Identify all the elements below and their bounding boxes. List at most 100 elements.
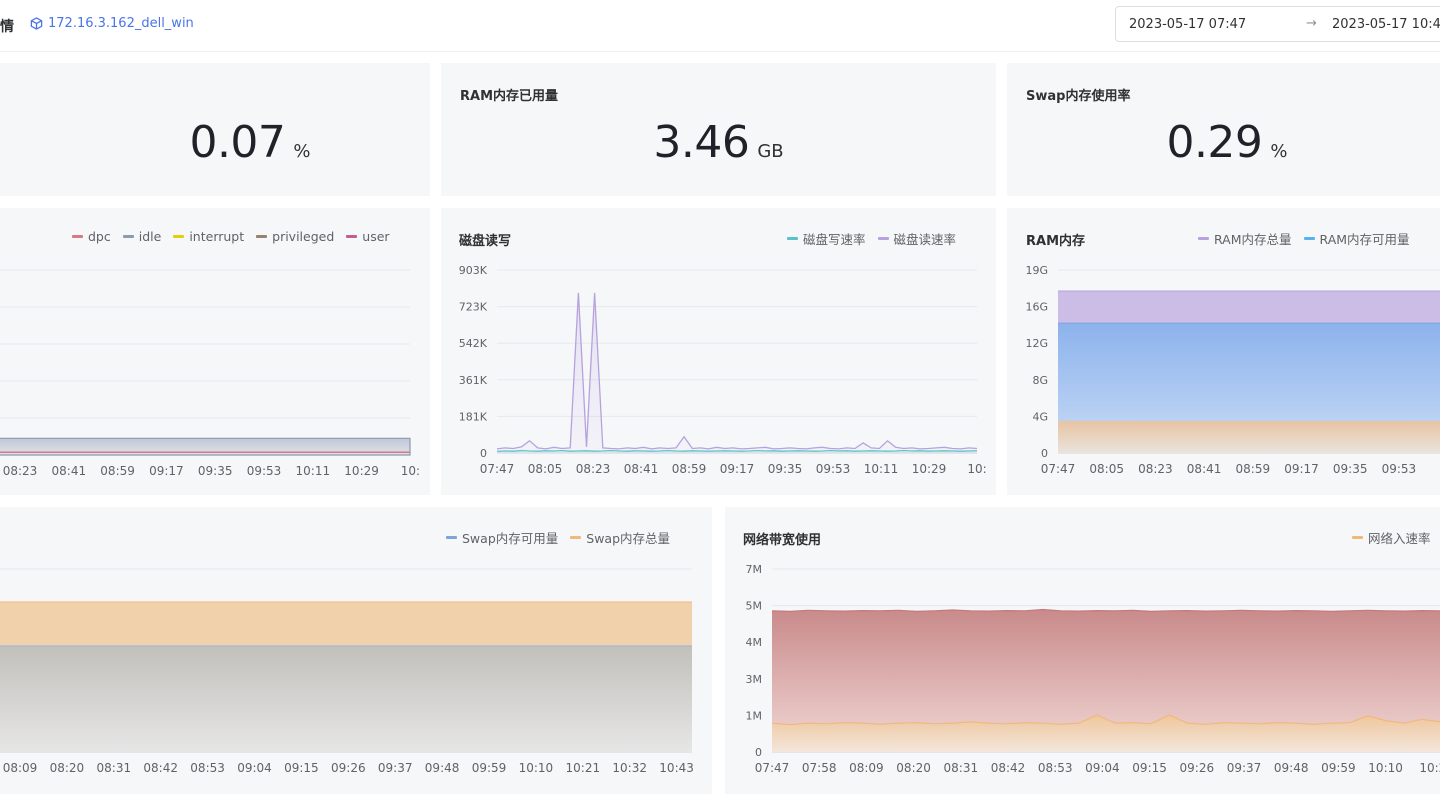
x-tick-label: 09:26 <box>331 761 366 775</box>
x-tick-label: 09:37 <box>378 761 413 775</box>
x-tick-label: 08:31 <box>944 761 979 775</box>
x-tick-label: 10:21 <box>566 761 601 775</box>
x-tick-label: 07:47 <box>755 761 790 775</box>
x-tick-label: 08:23 <box>3 464 38 478</box>
x-tick-label: 10:2 <box>1419 761 1440 775</box>
series-disk-write-line <box>496 449 978 453</box>
swap-chart[interactable]: 08:09 08:20 08:31 08:42 08:53 09:04 09:15 09:26… <box>0 507 712 794</box>
y-tick-label: 16G <box>1025 301 1048 314</box>
x-tick-label: 08:05 <box>528 462 563 476</box>
x-tick-label: 10:32 <box>612 761 647 775</box>
stat-card-ram-used: RAM内存已用量 3.46 GB <box>441 63 996 196</box>
stat-number: 0.29 <box>1166 117 1263 168</box>
stat-value: 0.29% <box>1007 117 1440 168</box>
x-tick-label: 08:23 <box>576 462 611 476</box>
x-tick-label: 08:53 <box>1038 761 1073 775</box>
stat-card-swap-usage: Swap内存使用率 0.29% <box>1007 63 1440 196</box>
y-tick-label: 19G <box>1025 264 1048 277</box>
x-tick-label: 08:23 <box>1138 462 1173 476</box>
x-tick-label: 10:10 <box>1368 761 1403 775</box>
cpu-chart-card: dpc idle interrupt privileged user 08:23… <box>0 208 430 495</box>
x-tick-label: 08:09 <box>849 761 884 775</box>
x-tick-label: 10:10 <box>519 761 554 775</box>
x-tick-label: 09:15 <box>1132 761 1167 775</box>
y-tick-label: 7M <box>746 563 763 576</box>
y-tick-label: 12G <box>1025 337 1048 350</box>
x-tick-label: 08:20 <box>50 761 85 775</box>
stat-number: 0.07 <box>189 117 286 168</box>
series-swap-available-area <box>0 645 692 752</box>
page-header: 详情 172.16.3.162_dell_win 2023-05-17 07:4… <box>0 0 1440 52</box>
host-link[interactable]: 172.16.3.162_dell_win <box>30 16 194 31</box>
stat-card-cpu: 0.07% <box>0 63 430 196</box>
disk-chart-card: 磁盘读写 磁盘写速率 磁盘读速率 903K 723K 542K 361K 181K 0 07… <box>441 208 996 495</box>
series-disk-read-area <box>497 292 977 453</box>
x-tick-label: 08:59 <box>672 462 707 476</box>
stat-number: 3.46 <box>653 117 750 168</box>
x-tick-label: 10:29 <box>344 464 379 478</box>
y-tick-label: 0 <box>755 746 762 759</box>
y-tick-label: 0 <box>480 447 487 460</box>
x-tick-label: 09:53 <box>247 464 282 478</box>
y-tick-label: 8G <box>1032 374 1048 387</box>
cube-icon <box>30 17 43 30</box>
x-tick-label: 10:43 <box>659 761 694 775</box>
x-tick-label: 09:26 <box>1180 761 1215 775</box>
x-tick-label: 10:11 <box>296 464 331 478</box>
x-tick-label: 09:17 <box>149 464 184 478</box>
ram-chart[interactable]: 19G 16G 12G 8G 4G 0 07:47 08:05 08:23 08:41 08:59 0… <box>1007 208 1440 495</box>
y-tick-label: 3M <box>746 673 763 686</box>
x-tick-label: 09:48 <box>425 761 460 775</box>
x-tick-label: 10: <box>401 464 420 478</box>
x-tick-label: 09:48 <box>1274 761 1309 775</box>
x-tick-label: 09:59 <box>1321 761 1356 775</box>
range-end[interactable]: 2023-05-17 10:4 <box>1332 17 1440 32</box>
x-tick-label: 10: <box>967 462 986 476</box>
x-tick-label: 08:20 <box>896 761 931 775</box>
ram-chart-card: RAM内存 RAM内存总量 RAM内存可用量 19G 16G 12G 8G 4G 0 07:… <box>1007 208 1440 495</box>
x-tick-label: 07:47 <box>1041 462 1076 476</box>
x-tick-label: 08:41 <box>624 462 659 476</box>
x-tick-label: 09:35 <box>768 462 803 476</box>
y-tick-label: 5M <box>746 600 763 613</box>
x-tick-label: 09:53 <box>816 462 851 476</box>
x-tick-label: 09:17 <box>720 462 755 476</box>
series-net-out-line <box>771 608 1440 613</box>
range-arrow-icon: → <box>1306 16 1317 31</box>
series-disk-read-line <box>496 292 978 450</box>
swap-chart-card: Swap内存可用量 Swap内存总量 08:09 08:20 08:31 08:42 0… <box>0 507 712 794</box>
x-tick-label: 08:59 <box>100 464 135 478</box>
stat-value: 3.46 GB <box>441 117 996 168</box>
x-tick-label: 07:58 <box>802 761 837 775</box>
x-tick-label: 09:17 <box>1284 462 1319 476</box>
y-tick-label: 361K <box>459 374 488 387</box>
x-tick-label: 09:15 <box>284 761 319 775</box>
range-start[interactable]: 2023-05-17 07:47 <box>1129 17 1246 32</box>
stat-unit: % <box>1270 141 1288 162</box>
y-tick-label: 723K <box>459 301 488 314</box>
x-tick-label: 08:41 <box>52 464 87 478</box>
y-tick-label: 0 <box>1041 447 1048 460</box>
y-tick-label: 903K <box>459 264 488 277</box>
stat-value: 0.07% <box>70 117 430 168</box>
cpu-chart[interactable]: 08:23 08:41 08:59 09:17 09:35 09:53 10:11 10:29… <box>0 208 430 495</box>
x-tick-label: 08:42 <box>991 761 1026 775</box>
x-tick-label: 09:04 <box>1085 761 1120 775</box>
x-tick-label: 08:09 <box>3 761 38 775</box>
x-tick-label: 08:31 <box>97 761 132 775</box>
x-tick-label: 08:59 <box>1236 462 1271 476</box>
stat-title: RAM内存已用量 <box>460 89 559 104</box>
stat-title: Swap内存使用率 <box>1026 89 1131 104</box>
y-tick-label: 4M <box>746 636 763 649</box>
stat-unit: % <box>293 141 311 162</box>
x-tick-label: 08:05 <box>1089 462 1124 476</box>
x-tick-label: 09:59 <box>472 761 507 775</box>
x-tick-label: 09:53 <box>1382 462 1417 476</box>
disk-chart[interactable]: 903K 723K 542K 361K 181K 0 07:47 08:05 08:23 08:4… <box>441 208 996 495</box>
x-tick-label: 08:53 <box>190 761 225 775</box>
x-tick-label: 08:42 <box>143 761 178 775</box>
date-range-picker[interactable]: 2023-05-17 07:47 → 2023-05-17 10:4 <box>1115 6 1440 42</box>
x-tick-label: 09:04 <box>237 761 272 775</box>
host-name: 172.16.3.162_dell_win <box>48 16 194 31</box>
network-chart[interactable]: 7M 5M 4M 3M 1M 0 07:47 07:58 08:09 08:20 08:31 08:4… <box>725 507 1440 794</box>
